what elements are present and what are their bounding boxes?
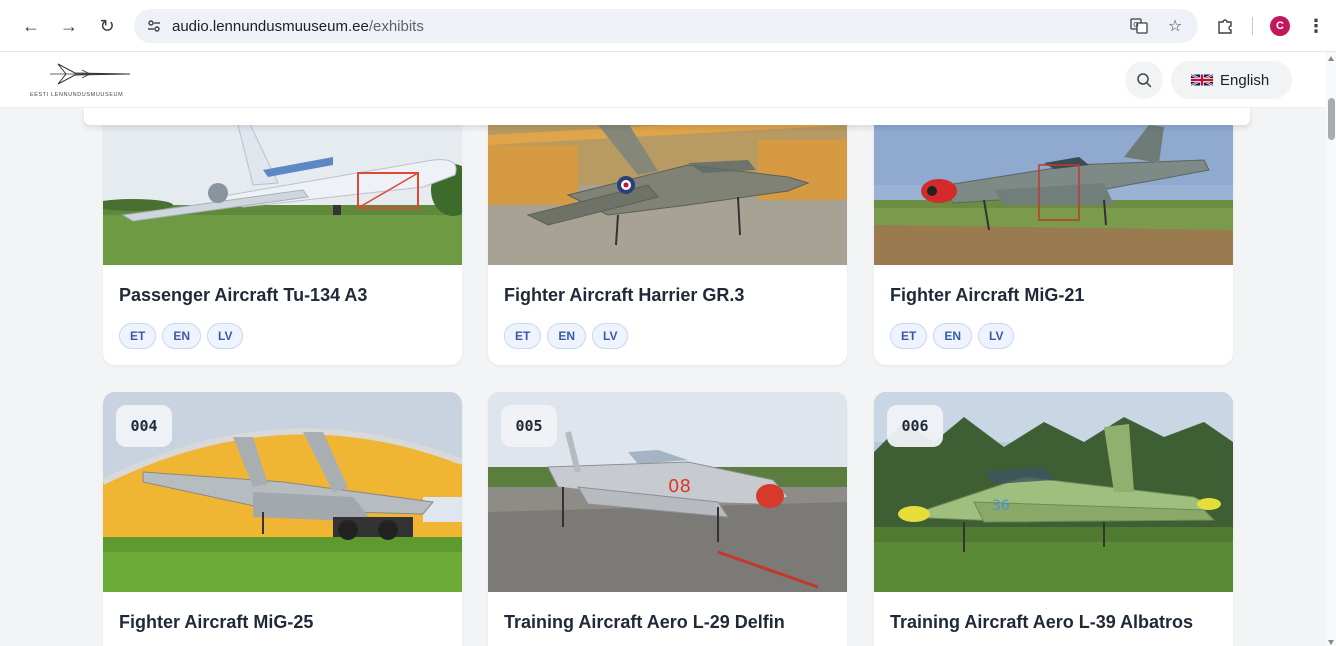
site-settings-icon[interactable] bbox=[140, 12, 168, 40]
site-header: EESTI LENNUNDUSMUUSEUM English bbox=[0, 52, 1326, 108]
exhibit-title[interactable]: Training Aircraft Aero L-29 Delfin bbox=[504, 612, 785, 633]
browser-toolbar: ← → ↻ audio.lennundusmuuseum.ee/exhibits… bbox=[0, 0, 1336, 52]
translate-icon[interactable]: G bbox=[1126, 13, 1152, 39]
scroll-up-arrow-icon[interactable] bbox=[1328, 56, 1334, 61]
search-button[interactable] bbox=[1125, 61, 1163, 99]
uk-flag-icon bbox=[1191, 73, 1213, 87]
exhibit-title[interactable]: Fighter Aircraft Harrier GR.3 bbox=[504, 285, 744, 306]
language-chip-et[interactable]: ET bbox=[119, 323, 157, 349]
toolbar-separator bbox=[1252, 17, 1253, 35]
extensions-puzzle-icon[interactable] bbox=[1212, 13, 1238, 39]
exhibit-title[interactable]: Passenger Aircraft Tu-134 A3 bbox=[119, 285, 367, 306]
reload-icon[interactable]: ↻ bbox=[94, 13, 120, 39]
scrollbar-thumb[interactable] bbox=[1328, 98, 1335, 140]
language-chip-lv[interactable]: LV bbox=[978, 323, 1015, 349]
language-chip-lv[interactable]: LV bbox=[592, 323, 629, 349]
svg-text:36: 36 bbox=[992, 498, 1010, 514]
filter-bar bbox=[84, 108, 1250, 125]
exhibit-image: 08 005 bbox=[488, 392, 847, 592]
exhibit-title[interactable]: Training Aircraft Aero L-39 Albatros bbox=[890, 612, 1193, 633]
exhibit-title[interactable]: Fighter Aircraft MiG-21 bbox=[890, 285, 1084, 306]
exhibit-card[interactable]: 004 Fighter Aircraft MiG-25 bbox=[103, 392, 462, 646]
language-chip-en[interactable]: EN bbox=[547, 323, 587, 349]
museum-logo[interactable]: EESTI LENNUNDUSMUUSEUM bbox=[30, 59, 160, 101]
exhibit-card[interactable]: 08 005 Training Aircraft Aero L-29 Delfi… bbox=[488, 392, 847, 646]
language-chip-lv[interactable]: LV bbox=[207, 323, 244, 349]
logo-text: EESTI LENNUNDUSMUUSEUM bbox=[30, 92, 124, 98]
forward-arrow-icon[interactable]: → bbox=[56, 13, 82, 39]
page-scrollbar[interactable] bbox=[1326, 52, 1336, 646]
svg-text:G: G bbox=[1133, 21, 1138, 29]
language-selector[interactable]: English bbox=[1171, 61, 1292, 99]
address-bar[interactable]: audio.lennundusmuuseum.ee/exhibits G ☆ bbox=[134, 9, 1198, 43]
back-arrow-icon[interactable]: ← bbox=[18, 13, 44, 39]
svg-text:08: 08 bbox=[668, 476, 691, 497]
exhibit-number-badge: 005 bbox=[501, 405, 557, 447]
plane-logo-icon bbox=[50, 63, 131, 85]
exhibit-image: 004 bbox=[103, 392, 462, 592]
exhibit-title[interactable]: Fighter Aircraft MiG-25 bbox=[119, 612, 313, 633]
language-chip-et[interactable]: ET bbox=[890, 323, 928, 349]
language-chip-et[interactable]: ET bbox=[504, 323, 542, 349]
search-icon bbox=[1137, 73, 1152, 88]
url-text: audio.lennundusmuuseum.ee/exhibits bbox=[172, 17, 424, 35]
exhibit-number-badge: 004 bbox=[116, 405, 172, 447]
exhibit-card[interactable]: 36 006 Training Aircraft Aero L-39 Albat… bbox=[874, 392, 1233, 646]
scroll-down-arrow-icon[interactable] bbox=[1328, 640, 1334, 645]
language-chip-en[interactable]: EN bbox=[162, 323, 202, 349]
browser-menu-icon[interactable]: ⋮ bbox=[1306, 13, 1326, 39]
exhibit-image: 36 006 bbox=[874, 392, 1233, 592]
profile-avatar[interactable]: C bbox=[1270, 16, 1290, 36]
language-chip-en[interactable]: EN bbox=[933, 323, 973, 349]
language-label: English bbox=[1220, 71, 1270, 89]
exhibit-number-badge: 006 bbox=[887, 405, 943, 447]
bookmark-star-icon[interactable]: ☆ bbox=[1162, 13, 1188, 39]
